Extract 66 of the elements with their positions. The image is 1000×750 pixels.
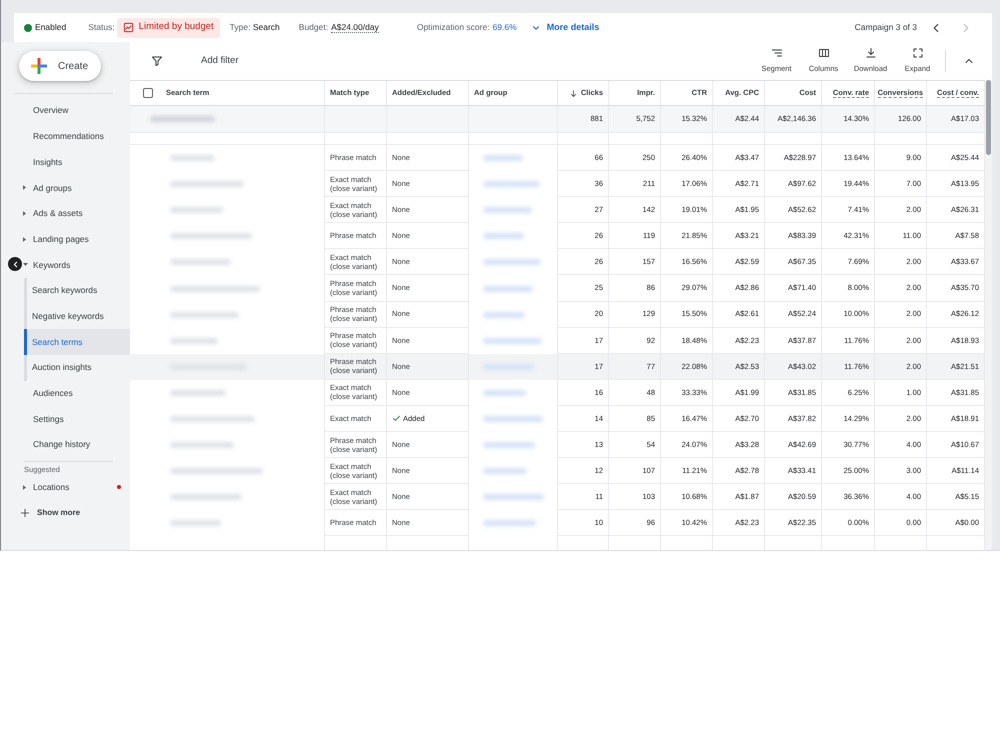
blurred-text [483, 233, 524, 240]
more-details-button[interactable]: More details [530, 20, 600, 34]
blurred-text [483, 468, 527, 474]
plus-icon [31, 58, 47, 74]
scrollbar-thumb[interactable] [986, 80, 991, 155]
fullscreen-icon [912, 47, 924, 60]
blurred-text [483, 494, 544, 500]
blurred-text [483, 259, 541, 266]
blurred-text [170, 390, 226, 396]
optimization-score[interactable]: 69.6% [492, 21, 517, 34]
sidebar-item[interactable]: Negative keywords [27, 304, 130, 330]
sidebar-item[interactable]: Recommendations [1, 124, 130, 150]
campaign-counter: Campaign 3 of 3 [854, 21, 917, 34]
sidebar-item[interactable]: Locations [1, 474, 130, 500]
badge-text: Limited by budget [138, 20, 214, 34]
sidebar-item[interactable]: Auction insights [27, 354, 130, 381]
columns-icon [818, 47, 830, 60]
create-button[interactable]: Create [19, 51, 101, 81]
sidebar-item[interactable]: Overview [1, 98, 130, 124]
campaign-status: Enabled [35, 21, 66, 34]
download-icon [864, 47, 876, 60]
campaign-type: Type: Search [230, 21, 280, 34]
sidebar-item[interactable]: Ad groups [1, 175, 130, 201]
field-label: Budget: [298, 21, 328, 34]
sidebar-item[interactable]: Audiences [1, 380, 130, 406]
trending-chart-icon [122, 22, 134, 33]
show-more-button[interactable]: Show more [20, 500, 80, 526]
sidebar-item[interactable]: Change history [1, 432, 130, 458]
field-label: Status: [88, 21, 115, 34]
filter-icon [151, 55, 163, 67]
blurred-text [170, 155, 215, 162]
blurred-text [150, 116, 215, 122]
field-label: Optimization score: [416, 21, 490, 34]
blurred-text [170, 494, 242, 500]
blurred-text [483, 520, 536, 526]
blurred-text [170, 520, 221, 526]
check-icon [392, 414, 401, 423]
plus-icon [20, 508, 30, 518]
status-badge[interactable]: Limited by budget [116, 18, 220, 38]
filter-button[interactable] [151, 55, 163, 67]
add-filter-button[interactable]: Add filter [201, 54, 238, 68]
blurred-text [483, 181, 540, 188]
segment-icon [770, 47, 782, 60]
blurred-text [483, 390, 526, 396]
blurred-text [483, 207, 532, 214]
blurred-text [170, 259, 231, 266]
blurred-text [483, 312, 525, 318]
blurred-text [483, 416, 543, 422]
sidebar-item[interactable]: Settings [1, 406, 130, 432]
blurred-text [483, 442, 535, 448]
sidebar-item[interactable]: Keywords [1, 252, 130, 278]
blurred-text [170, 338, 218, 344]
blurred-text [483, 286, 533, 292]
sidebar-item[interactable]: Search keywords [27, 278, 130, 304]
blurred-text [483, 155, 523, 162]
sidebar-item[interactable]: Insights [1, 149, 130, 176]
blurred-text [170, 442, 234, 448]
blurred-text [483, 338, 542, 344]
blurred-text [170, 312, 239, 318]
select-all-checkbox[interactable] [143, 88, 153, 98]
budget-value[interactable]: A$24.00/day [331, 22, 379, 33]
arrow-down-icon [568, 88, 578, 98]
sidebar-item[interactable]: Search terms [24, 329, 130, 355]
blurred-text [170, 207, 223, 214]
sidebar-item[interactable]: Ads & assets [1, 200, 130, 226]
sidebar-item[interactable]: Landing pages [1, 226, 130, 252]
